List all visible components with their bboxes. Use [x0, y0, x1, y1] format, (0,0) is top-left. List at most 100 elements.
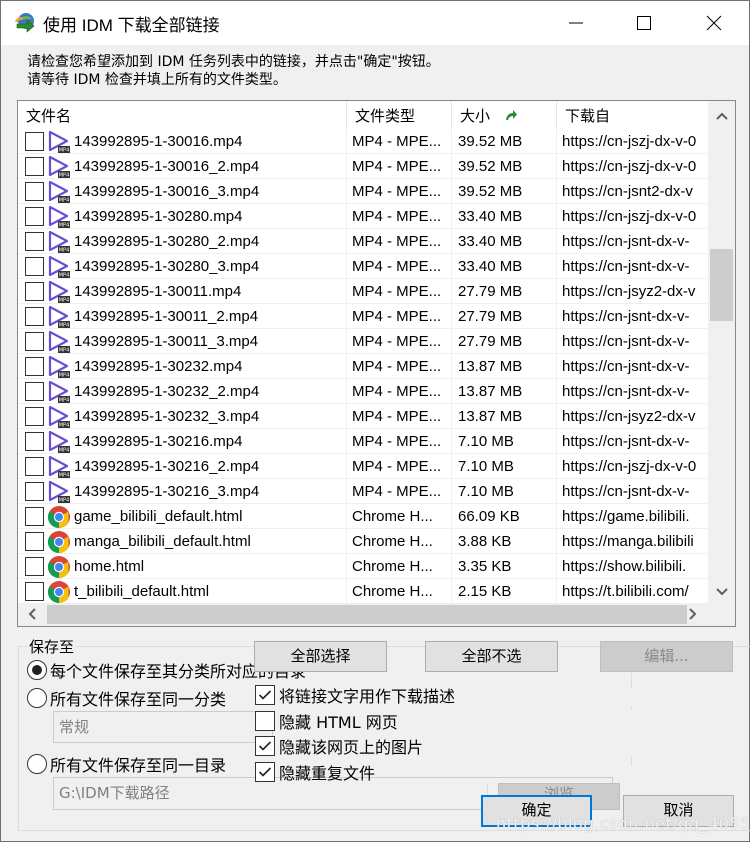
size-cell: 39.52 MB [452, 154, 557, 179]
filename-cell: MP4 143992895-1-30232_2.mp4 [18, 379, 347, 404]
row-checkbox[interactable] [25, 582, 44, 601]
list-row[interactable]: MP4 143992895-1-30011.mp4 MP4 - MPE... 27.7… [18, 279, 708, 304]
filename-cell: MP4 143992895-1-30280.mp4 [18, 204, 347, 229]
sort-arrow-icon [506, 110, 517, 120]
list-row[interactable]: game_bilibili_default.html Chrome H... 66.… [18, 504, 708, 529]
row-checkbox[interactable] [25, 132, 44, 151]
radio-save-same-category[interactable]: 所有文件保存至同一分类 [27, 686, 226, 710]
option-checkbox-row[interactable]: 隐藏 HTML 网页 [255, 709, 398, 733]
radio-indicator[interactable] [27, 660, 47, 680]
links-list[interactable]: 文件名 文件类型 大小 下载自 MP4 143992895-1-30016.mp4… [17, 100, 736, 627]
close-button[interactable] [679, 1, 749, 45]
mp4-file-icon: MP4 [47, 455, 71, 479]
svg-text:MP4: MP4 [59, 398, 70, 404]
checkbox-checked[interactable] [255, 736, 275, 756]
source-cell: https://cn-jsnt-dx-v- [562, 258, 690, 275]
filetype-cell: MP4 - MPE... [347, 354, 452, 379]
scroll-left-icon[interactable] [27, 607, 37, 621]
list-row[interactable]: MP4 143992895-1-30232.mp4 MP4 - MPE... 13.8… [18, 354, 708, 379]
radio-indicator[interactable] [27, 754, 47, 774]
row-checkbox[interactable] [25, 332, 44, 351]
row-checkbox[interactable] [25, 357, 44, 376]
horizontal-scrollbar[interactable] [18, 603, 708, 626]
filename-cell: MP4 143992895-1-30232_3.mp4 [18, 404, 347, 429]
filename: 143992895-1-30216_2.mp4 [74, 458, 260, 475]
column-header-filename[interactable]: 文件名 [18, 101, 347, 129]
column-header-size[interactable]: 大小 [452, 101, 557, 129]
list-row[interactable]: MP4 143992895-1-30216.mp4 MP4 - MPE... 7.10… [18, 429, 708, 454]
svg-text:MP4: MP4 [59, 473, 70, 479]
select-all-button[interactable]: 全部选择 [254, 641, 387, 672]
size-cell: 7.10 MB [452, 429, 557, 454]
scroll-right-icon[interactable] [688, 607, 698, 621]
edit-button[interactable]: 编辑... [600, 641, 733, 672]
size-cell: 33.40 MB [452, 204, 557, 229]
radio-save-same-directory[interactable]: 所有文件保存至同一目录 [27, 752, 226, 776]
checkmark-icon [258, 763, 272, 782]
column-header-filetype[interactable]: 文件类型 [347, 101, 452, 129]
row-checkbox[interactable] [25, 457, 44, 476]
row-checkbox[interactable] [25, 157, 44, 176]
row-checkbox[interactable] [25, 432, 44, 451]
list-row[interactable]: MP4 143992895-1-30216_3.mp4 MP4 - MPE... 7.… [18, 479, 708, 504]
minimize-button[interactable] [541, 1, 611, 45]
list-row[interactable]: MP4 143992895-1-30216_2.mp4 MP4 - MPE... 7.… [18, 454, 708, 479]
window-title: 使用 IDM 下载全部链接 [43, 16, 220, 35]
row-checkbox[interactable] [25, 532, 44, 551]
list-row[interactable]: MP4 143992895-1-30011_2.mp4 MP4 - MPE... 27… [18, 304, 708, 329]
list-row[interactable]: MP4 143992895-1-30016_3.mp4 MP4 - MPE... 39… [18, 179, 708, 204]
mp4-file-icon: MP4 [47, 380, 71, 404]
row-checkbox[interactable] [25, 382, 44, 401]
column-header-source[interactable]: 下载自 [557, 101, 708, 129]
mp4-file-icon: MP4 [47, 155, 71, 179]
list-row[interactable]: home.html Chrome H... 3.35 KB https://show.… [18, 554, 708, 579]
radio-indicator[interactable] [27, 688, 47, 708]
list-row[interactable]: MP4 143992895-1-30016.mp4 MP4 - MPE... 39.5… [18, 129, 708, 154]
row-checkbox[interactable] [25, 557, 44, 576]
maximize-button[interactable] [609, 1, 679, 45]
list-row[interactable]: t_bilibili_default.html Chrome H... 2.15 K… [18, 579, 708, 604]
source-cell: https://cn-jszj-dx-v-0 [562, 208, 697, 225]
list-row[interactable]: MP4 143992895-1-30280.mp4 MP4 - MPE... 33.4… [18, 204, 708, 229]
list-row[interactable]: MP4 143992895-1-30232_2.mp4 MP4 - MPE... 13… [18, 379, 708, 404]
filename: 143992895-1-30016_3.mp4 [74, 183, 260, 200]
checkbox-checked[interactable] [255, 685, 275, 705]
list-row[interactable]: MP4 143992895-1-30232_3.mp4 MP4 - MPE... 13… [18, 404, 708, 429]
row-checkbox[interactable] [25, 507, 44, 526]
vertical-scrollbar[interactable] [708, 101, 735, 603]
filetype-cell: MP4 - MPE... [347, 154, 452, 179]
svg-text:MP4: MP4 [59, 373, 70, 379]
filename-cell: MP4 143992895-1-30016_3.mp4 [18, 179, 347, 204]
row-checkbox[interactable] [25, 182, 44, 201]
vertical-scroll-thumb[interactable] [710, 249, 733, 321]
horizontal-scroll-thumb[interactable] [47, 605, 687, 624]
deselect-all-button[interactable]: 全部不选 [425, 641, 558, 672]
option-checkbox-row[interactable]: 隐藏重复文件 [255, 760, 375, 784]
row-checkbox[interactable] [25, 207, 44, 226]
row-checkbox[interactable] [25, 482, 44, 501]
scroll-up-icon[interactable] [715, 111, 729, 121]
row-checkbox[interactable] [25, 407, 44, 426]
list-row[interactable]: MP4 143992895-1-30016_2.mp4 MP4 - MPE... 39… [18, 154, 708, 179]
list-row[interactable]: MP4 143992895-1-30280_2.mp4 MP4 - MPE... 33… [18, 229, 708, 254]
option-checkbox-row[interactable]: 隐藏该网页上的图片 [255, 734, 423, 758]
list-row[interactable]: MP4 143992895-1-30280_3.mp4 MP4 - MPE... 33… [18, 254, 708, 279]
checkbox-unchecked[interactable] [255, 711, 275, 731]
checkbox-checked[interactable] [255, 762, 275, 782]
row-checkbox[interactable] [25, 232, 44, 251]
list-row[interactable]: MP4 143992895-1-30011_3.mp4 MP4 - MPE... 27… [18, 329, 708, 354]
size-cell: 27.79 MB [452, 279, 557, 304]
filetype-cell: MP4 - MPE... [347, 479, 452, 504]
mp4-file-icon: MP4 [47, 130, 71, 154]
mp4-file-icon: MP4 [47, 180, 71, 204]
mp4-file-icon: MP4 [47, 305, 71, 329]
row-checkbox[interactable] [25, 282, 44, 301]
option-checkbox-row[interactable]: 将链接文字用作下载描述 [255, 683, 455, 707]
list-row[interactable]: manga_bilibili_default.html Chrome H... 3.… [18, 529, 708, 554]
scroll-down-icon[interactable] [715, 587, 729, 597]
row-checkbox[interactable] [25, 307, 44, 326]
svg-text:MP4: MP4 [59, 448, 70, 454]
source-cell: https://cn-jsnt-dx-v- [562, 483, 690, 500]
row-checkbox[interactable] [25, 257, 44, 276]
category-select[interactable]: 常规 [53, 711, 273, 743]
